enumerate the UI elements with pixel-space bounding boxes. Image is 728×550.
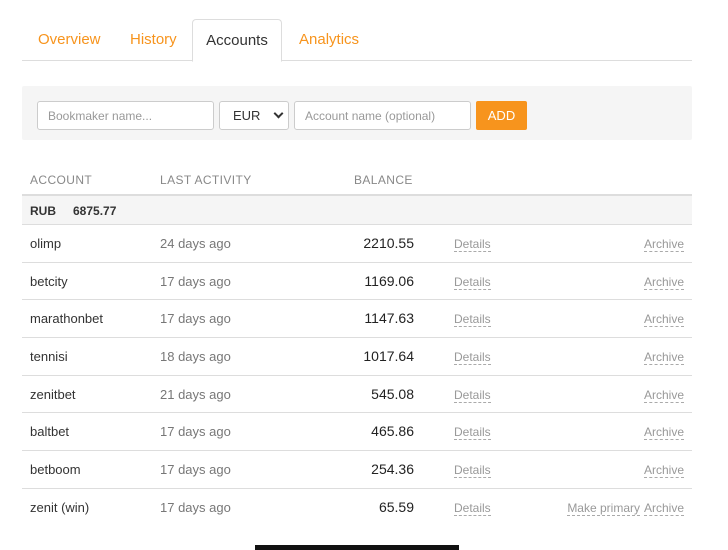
- tab-overview[interactable]: Overview: [22, 19, 117, 61]
- last-activity: 24 days ago: [160, 236, 231, 251]
- last-activity: 21 days ago: [160, 386, 231, 402]
- accounts-table: ACCOUNT LAST ACTIVITY BALANCE RUB 6875.7…: [22, 164, 692, 527]
- archive-link[interactable]: Archive: [643, 275, 684, 290]
- add-button[interactable]: ADD: [476, 101, 527, 130]
- archive-link[interactable]: Archive: [643, 388, 684, 403]
- balance: 65.59: [378, 498, 414, 515]
- bookmaker-name-input[interactable]: [37, 101, 214, 130]
- balance: 545.08: [371, 385, 414, 402]
- account-name: zenitbet: [30, 386, 76, 402]
- chevron-down-icon: [273, 108, 284, 119]
- table-header: ACCOUNT LAST ACTIVITY BALANCE: [22, 164, 692, 196]
- table-row: zenit (win) 17 days ago 65.59 Details Ma…: [22, 489, 692, 527]
- archive-link[interactable]: Archive: [643, 463, 684, 479]
- tab-bar: Overview History Accounts Analytics: [22, 19, 692, 62]
- column-header-balance: BALANCE: [354, 173, 413, 187]
- archive-link[interactable]: Archive: [643, 312, 684, 328]
- account-name: zenit (win): [30, 499, 90, 515]
- table-row: betcity 17 days ago 1169.06 Details Arch…: [22, 263, 692, 301]
- last-activity: 17 days ago: [160, 311, 231, 327]
- balance: 465.86: [371, 423, 414, 440]
- account-name: baltbet: [30, 424, 70, 440]
- details-link[interactable]: Details: [454, 388, 491, 403]
- group-total: 6875.77: [73, 204, 117, 218]
- details-link[interactable]: Details: [454, 350, 491, 366]
- table-row: marathonbet 17 days ago 1147.63 Details …: [22, 300, 692, 339]
- archive-link[interactable]: Archive: [643, 425, 684, 441]
- balance: 1169.06: [364, 272, 414, 289]
- table-row: tennisi 18 days ago 1017.64 Details Arch…: [22, 338, 692, 376]
- balance: 1147.63: [364, 310, 414, 327]
- column-header-account: ACCOUNT: [30, 173, 93, 187]
- balance: 1017.64: [363, 348, 414, 365]
- archive-link[interactable]: Archive: [643, 501, 684, 516]
- account-name: marathonbet: [30, 311, 103, 327]
- details-link[interactable]: Details: [454, 237, 491, 252]
- group-currency: RUB: [30, 204, 56, 218]
- tab-analytics[interactable]: Analytics: [283, 19, 375, 61]
- make-primary-link[interactable]: Make primary: [567, 501, 640, 516]
- currency-selected-value: EUR: [233, 108, 261, 123]
- add-account-panel: EUR ADD: [22, 86, 692, 140]
- account-name-input[interactable]: [294, 101, 471, 130]
- account-name: tennisi: [30, 349, 68, 365]
- account-name: betboom: [30, 462, 81, 478]
- details-link[interactable]: Details: [454, 501, 491, 516]
- account-name: olimp: [30, 236, 62, 251]
- table-row: baltbet 17 days ago 465.86 Details Archi…: [22, 413, 692, 452]
- last-activity: 17 days ago: [160, 499, 231, 515]
- bottom-bar: [255, 545, 459, 550]
- balance: 2210.55: [363, 235, 414, 251]
- last-activity: 17 days ago: [160, 462, 231, 478]
- details-link[interactable]: Details: [454, 425, 491, 441]
- archive-link[interactable]: Archive: [643, 237, 684, 252]
- tab-accounts[interactable]: Accounts: [192, 19, 282, 62]
- details-link[interactable]: Details: [454, 312, 491, 328]
- table-row: olimp 24 days ago 2210.55 Details Archiv…: [22, 225, 692, 263]
- balance: 254.36: [371, 461, 414, 478]
- last-activity: 18 days ago: [160, 349, 231, 365]
- last-activity: 17 days ago: [160, 273, 231, 289]
- currency-group-row: RUB 6875.77: [22, 196, 692, 225]
- table-row: betboom 17 days ago 254.36 Details Archi…: [22, 451, 692, 489]
- tab-history[interactable]: History: [114, 19, 193, 61]
- table-row: zenitbet 21 days ago 545.08 Details Arch…: [22, 376, 692, 414]
- currency-select[interactable]: EUR: [219, 101, 289, 130]
- column-header-last-activity: LAST ACTIVITY: [160, 173, 252, 187]
- archive-link[interactable]: Archive: [643, 350, 684, 366]
- details-link[interactable]: Details: [454, 275, 491, 290]
- account-name: betcity: [30, 273, 68, 289]
- last-activity: 17 days ago: [160, 424, 231, 440]
- details-link[interactable]: Details: [454, 463, 491, 479]
